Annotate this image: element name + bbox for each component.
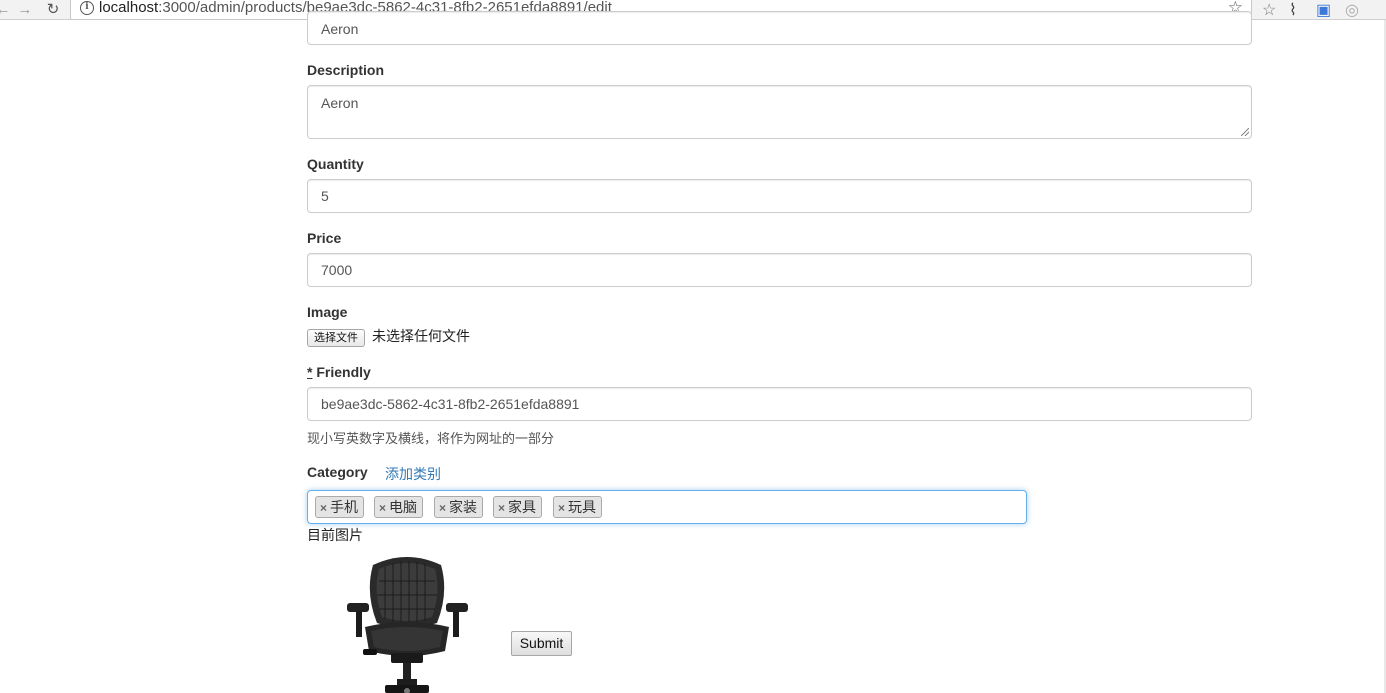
title-value: Aeron [321, 21, 359, 37]
price-label: Price [307, 230, 342, 246]
description-value: Aeron [321, 95, 359, 111]
friendly-label-text: Friendly [312, 364, 371, 380]
category-tag-label: 玩具 [568, 499, 597, 515]
bookmark-manager-icon[interactable]: ☆ [1262, 0, 1276, 20]
choose-file-button[interactable]: 选择文件 [307, 329, 365, 347]
remove-tag-icon[interactable]: × [320, 501, 327, 515]
friendly-input[interactable]: be9ae3dc-5862-4c31-8fb2-2651efda8891 [307, 387, 1252, 421]
title-input[interactable]: Aeron [307, 11, 1252, 45]
rss-icon[interactable]: ⌇ [1289, 0, 1297, 20]
description-label: Description [307, 62, 385, 78]
info-icon[interactable]: i [80, 1, 94, 15]
category-tag: × 家装 [434, 496, 484, 518]
price-input[interactable]: 7000 [307, 253, 1252, 287]
friendly-label: * Friendly [307, 364, 371, 380]
back-arrow-icon[interactable]: ← [0, 1, 12, 19]
friendly-value: be9ae3dc-5862-4c31-8fb2-2651efda8891 [321, 396, 580, 412]
add-category-link[interactable]: 添加类别 [385, 464, 441, 484]
submit-button[interactable]: Submit [511, 631, 572, 656]
category-select[interactable]: × 手机 × 电脑 × 家装 × 家具 × 玩具 [307, 490, 1027, 524]
category-tag: × 电脑 [374, 496, 424, 518]
description-textarea[interactable]: Aeron [307, 85, 1252, 139]
reload-icon[interactable]: ↻ [44, 1, 62, 19]
extension-icon[interactable]: ◎ [1345, 0, 1359, 20]
image-label: Image [307, 304, 348, 320]
remove-tag-icon[interactable]: × [498, 501, 505, 515]
url-host: localhost [99, 0, 159, 16]
remove-tag-icon[interactable]: × [439, 501, 446, 515]
forward-arrow-icon[interactable]: → [16, 1, 34, 19]
file-status: 未选择任何文件 [372, 328, 470, 344]
current-image-label: 目前图片 [307, 527, 363, 543]
category-tag-label: 家具 [508, 499, 537, 515]
quantity-value: 5 [321, 188, 329, 204]
remove-tag-icon[interactable]: × [558, 501, 565, 515]
category-tag: × 玩具 [553, 496, 603, 518]
product-image-chair [347, 557, 468, 693]
category-tag: × 家具 [493, 496, 543, 518]
price-value: 7000 [321, 262, 353, 278]
category-tag: × 手机 [315, 496, 365, 518]
remove-tag-icon[interactable]: × [379, 501, 386, 515]
category-tag-label: 电脑 [389, 499, 418, 515]
quantity-input[interactable]: 5 [307, 179, 1252, 213]
category-label: Category [307, 464, 368, 480]
category-tag-label: 手机 [330, 499, 359, 515]
resize-grip-icon[interactable] [1241, 128, 1249, 136]
friendly-help-text: 现小写英数字及横线，将作为网址的一部分 [307, 431, 555, 446]
quantity-label: Quantity [307, 156, 364, 172]
category-tag-label: 家装 [449, 499, 478, 515]
screenshot-extension-icon[interactable]: ▣ [1316, 0, 1331, 20]
